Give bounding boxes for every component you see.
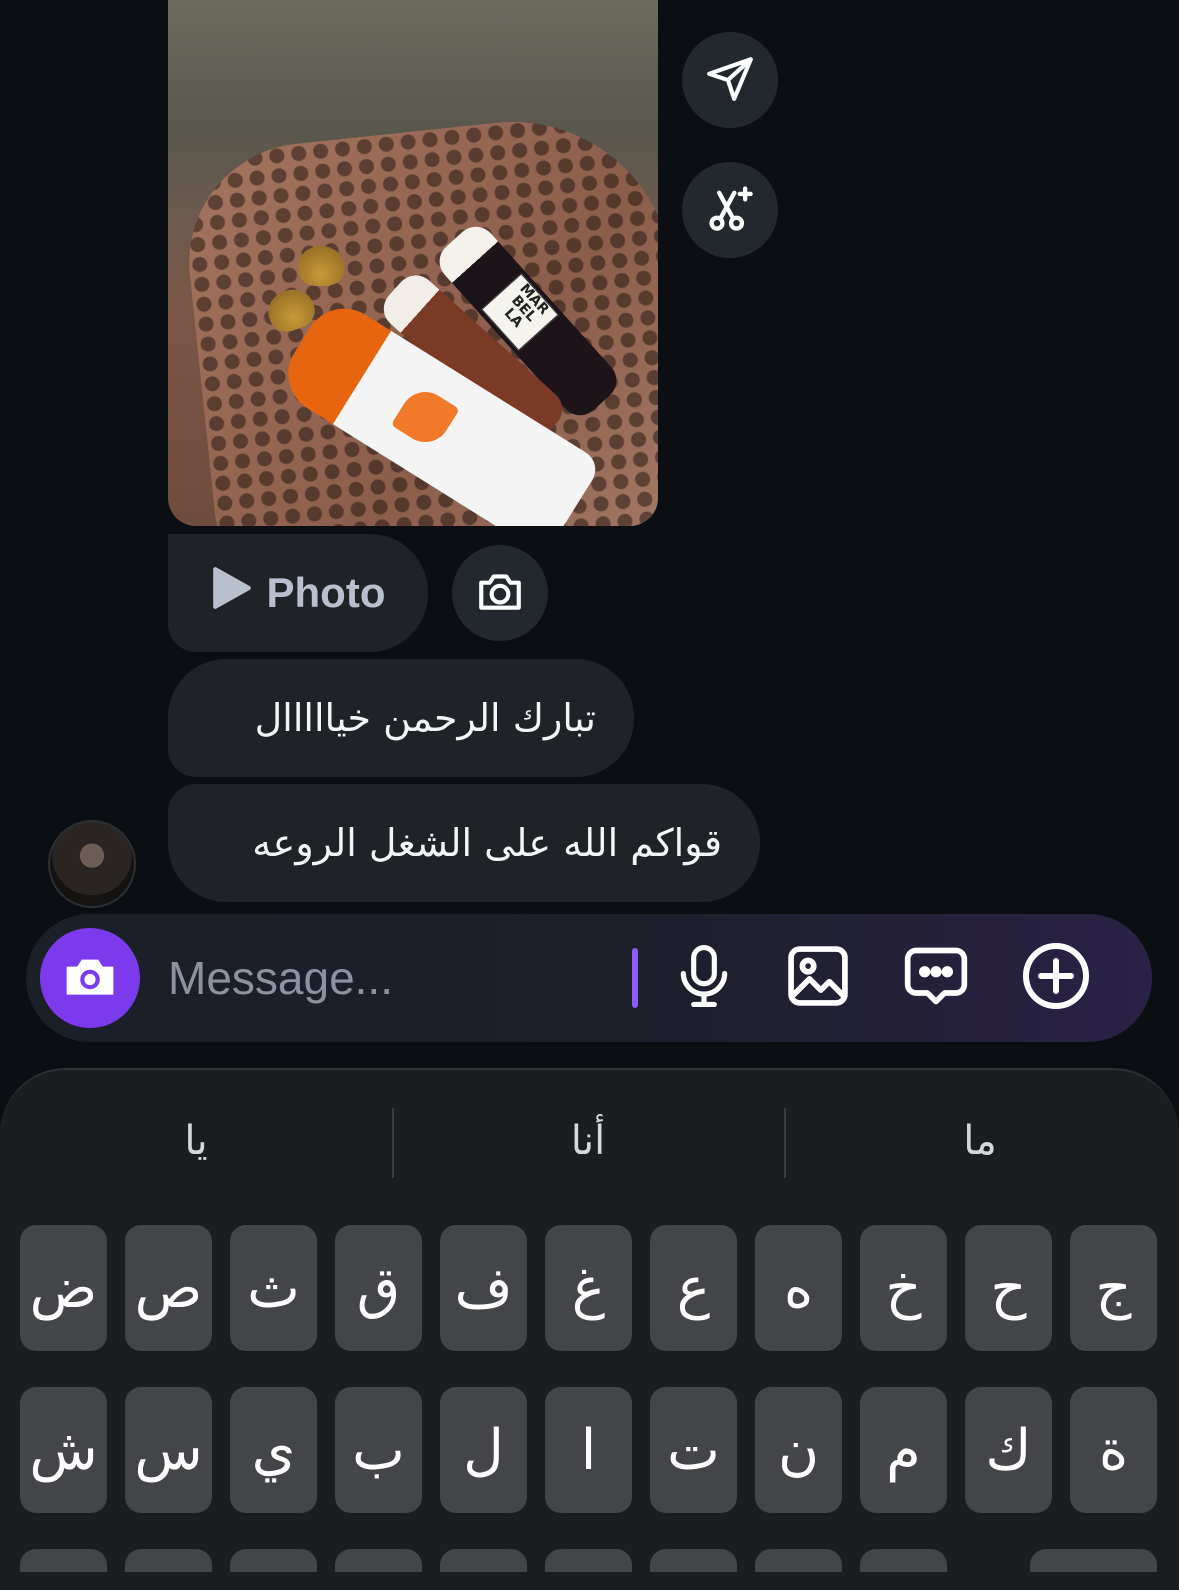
sticker-chat-icon — [902, 942, 970, 1014]
shell-ornament — [298, 246, 344, 286]
key[interactable]: ل — [440, 1387, 527, 1513]
key[interactable]: غ — [545, 1225, 632, 1351]
key[interactable]: ض — [20, 1225, 107, 1351]
key[interactable]: ت — [650, 1387, 737, 1513]
share-button[interactable] — [682, 32, 778, 128]
key[interactable]: ح — [965, 1225, 1052, 1351]
key[interactable]: ش — [20, 1387, 107, 1513]
key[interactable]: ا — [545, 1387, 632, 1513]
key-partial[interactable] — [230, 1549, 317, 1572]
plus-circle-icon — [1020, 940, 1092, 1016]
microphone-icon — [673, 941, 735, 1015]
key[interactable]: ق — [335, 1225, 422, 1351]
key[interactable]: ص — [125, 1225, 212, 1351]
voice-button[interactable] — [666, 940, 742, 1016]
key-partial[interactable] — [125, 1549, 212, 1572]
suggestion-divider — [784, 1108, 786, 1178]
suggestion-2[interactable]: أنا — [438, 1118, 738, 1174]
key-partial[interactable] — [335, 1549, 422, 1572]
key[interactable]: خ — [860, 1225, 947, 1351]
gallery-button[interactable] — [780, 940, 856, 1016]
key[interactable]: ث — [230, 1225, 317, 1351]
gallery-icon — [784, 942, 852, 1014]
message-input[interactable] — [168, 948, 608, 1008]
key[interactable]: م — [860, 1387, 947, 1513]
camera-reply-button[interactable] — [452, 545, 548, 641]
more-button[interactable] — [1018, 940, 1094, 1016]
photo-label: Photo — [266, 569, 386, 616]
key[interactable]: ف — [440, 1225, 527, 1351]
key-partial[interactable] — [440, 1549, 527, 1572]
key[interactable]: ك — [965, 1387, 1052, 1513]
key[interactable]: ب — [335, 1387, 422, 1513]
sticker-button[interactable] — [898, 940, 974, 1016]
send-icon — [705, 53, 755, 107]
key-partial[interactable] — [650, 1549, 737, 1572]
key[interactable]: ي — [230, 1387, 317, 1513]
suggestion-3[interactable]: ما — [830, 1118, 1130, 1174]
composer-camera-button[interactable] — [40, 928, 140, 1028]
key[interactable]: ه — [755, 1225, 842, 1351]
photo-message[interactable]: MAR BEL LA — [168, 0, 658, 526]
camera-icon — [62, 948, 118, 1008]
message-bubble[interactable]: قواكم الله على الشغل الروعه — [168, 784, 760, 902]
key[interactable]: ن — [755, 1387, 842, 1513]
suggestion-1[interactable]: يا — [46, 1118, 346, 1174]
remix-button[interactable] — [682, 162, 778, 258]
key-partial[interactable] — [755, 1549, 842, 1572]
key-partial[interactable] — [545, 1549, 632, 1572]
key-partial[interactable] — [20, 1549, 107, 1572]
message-text: تبارك الرحمن خيااااال — [254, 696, 596, 740]
key[interactable]: ج — [1070, 1225, 1157, 1351]
key[interactable]: ع — [650, 1225, 737, 1351]
camera-icon — [475, 566, 525, 620]
key-partial[interactable] — [1030, 1549, 1157, 1572]
message-text: قواكم الله على الشغل الروعه — [252, 821, 722, 865]
message-bubble[interactable]: تبارك الرحمن خيااااال — [168, 659, 634, 777]
suggestion-divider — [392, 1108, 394, 1178]
key-partial[interactable] — [860, 1549, 947, 1572]
key[interactable]: س — [125, 1387, 212, 1513]
scissors-sparkle-icon — [704, 182, 756, 238]
key[interactable]: ة — [1070, 1387, 1157, 1513]
play-icon — [211, 565, 253, 621]
avatar[interactable] — [48, 820, 136, 908]
text-caret — [632, 948, 638, 1008]
photo-reply-pill[interactable]: Photo — [168, 534, 428, 652]
